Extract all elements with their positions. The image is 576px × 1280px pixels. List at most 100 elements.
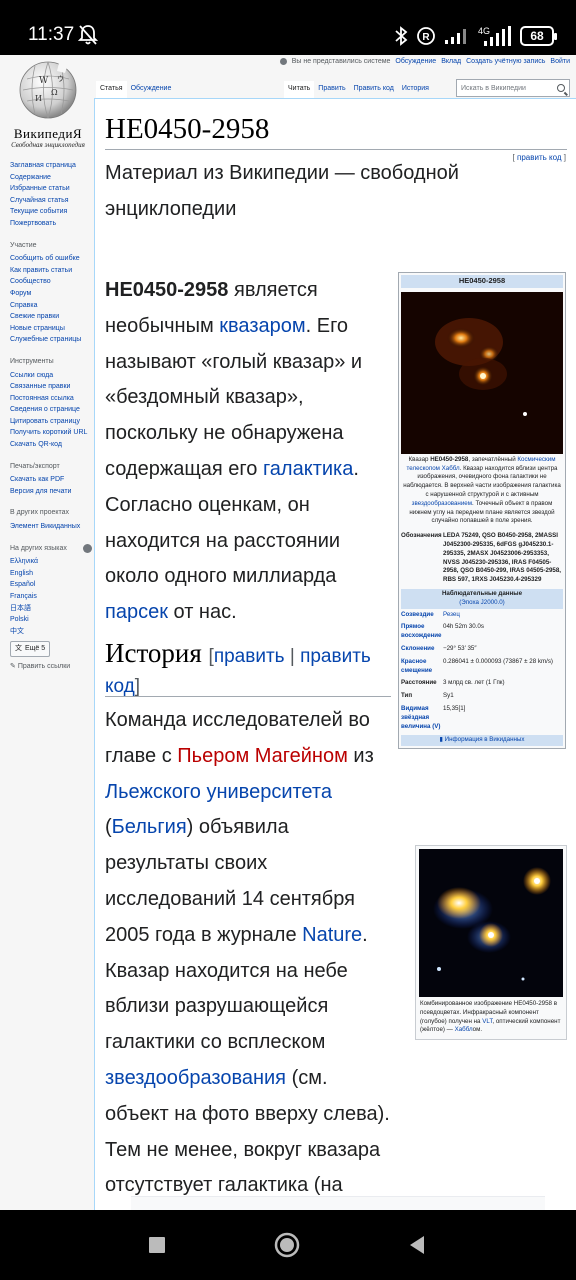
link-star-formation[interactable]: звездообразования — [105, 1067, 286, 1089]
sidebar-item-wikidata[interactable]: Элемент Викиданных — [10, 521, 92, 533]
sidebar-item-current-events[interactable]: Текущие события — [10, 206, 92, 218]
quasar-image[interactable] — [401, 291, 563, 454]
sidebar-item-contents[interactable]: Содержание — [10, 172, 92, 184]
sidebar-section-projects: В других проектах — [10, 509, 70, 517]
sidebar-item-help[interactable]: Справка — [10, 300, 92, 312]
sidebar-item-related-changes[interactable]: Связанные правки — [10, 381, 92, 393]
sidebar-item-printable[interactable]: Версия для печати — [10, 486, 92, 498]
sidebar-item-main-page[interactable]: Заглавная страница — [10, 160, 92, 172]
wikipedia-logo[interactable]: W Ω И ウ ВикипедиЯ Свободная энциклопедия — [6, 59, 90, 149]
sidebar-item-permanent-link[interactable]: Постоянная ссылка — [10, 393, 92, 405]
svg-text:ウ: ウ — [57, 75, 64, 83]
link-vlt[interactable]: VLT — [482, 1018, 492, 1025]
sidebar-item-lang-fr[interactable]: Français — [10, 591, 92, 603]
sidebar-item-page-info[interactable]: Сведения о странице — [10, 404, 92, 416]
row-label[interactable]: Видимая звёздная величина (V) — [401, 705, 443, 731]
link-quasar[interactable]: квазаром — [219, 315, 305, 337]
bluetooth-icon — [395, 26, 408, 46]
sidebar-section-tools: Инструменты — [10, 357, 54, 365]
sidebar-item-report-error[interactable]: Сообщить об ошибке — [10, 253, 92, 265]
talk-link[interactable]: Обсуждение — [395, 58, 436, 65]
tab-history[interactable]: История — [397, 81, 433, 99]
section-edit-link[interactable]: править — [214, 646, 285, 667]
sidebar-item-lang-pl[interactable]: Polski — [10, 614, 92, 626]
edit-links-label: Править ссылки — [17, 662, 71, 670]
row-label[interactable]: Прямое восхождение — [401, 623, 443, 641]
sidebar-item-lang-es[interactable]: Español — [10, 579, 92, 591]
tab-talk[interactable]: Обсуждение — [126, 81, 176, 99]
text: , запечатлённый — [468, 455, 518, 463]
row-value: Sy1 — [443, 692, 454, 700]
sidebar-item-short-url[interactable]: Получить короткий URL — [10, 427, 92, 439]
page-title: HE0450-2958 — [105, 113, 270, 145]
sidebar-item-lang-zh[interactable]: 中文 — [10, 626, 92, 638]
composite-image[interactable] — [419, 849, 563, 997]
tab-article[interactable]: Статья — [96, 81, 127, 99]
sidebar-item-new-pages[interactable]: Новые страницы — [10, 323, 92, 335]
edit-links[interactable]: ✎ Править ссылки — [10, 661, 92, 673]
tab-edit[interactable]: Править — [314, 81, 350, 99]
link-belgium[interactable]: Бельгия — [112, 816, 187, 838]
infobox-row: Созвездие Резец — [401, 609, 563, 622]
search-icon[interactable] — [557, 84, 565, 92]
tab-read[interactable]: Читать — [284, 81, 315, 99]
contributions-link[interactable]: Вклад — [441, 58, 461, 65]
sidebar-item-lang-el[interactable]: Ελληνικά — [10, 556, 92, 568]
epoch-link[interactable]: (Эпоха J2000.0) — [401, 599, 563, 608]
sidebar-item-donate[interactable]: Пожертвовать — [10, 218, 92, 230]
sidebar-item-recent-changes[interactable]: Свежие правки — [10, 311, 92, 323]
registered-icon: R — [417, 27, 435, 45]
sidebar-item-special-pages[interactable]: Служебные страницы — [10, 334, 92, 346]
link-pierre-magain[interactable]: Пьером Магейном — [177, 745, 348, 767]
sidebar-item-what-links-here[interactable]: Ссылки сюда — [10, 370, 92, 382]
infobox-row: Красное смещение 0.286041 ± 0.000093 (738… — [401, 656, 563, 678]
page-subtitle: Материал из Википедии — свободной энцикл… — [105, 162, 459, 220]
back-icon[interactable] — [404, 1232, 430, 1258]
link-star-formation-caption[interactable]: звездообразованием — [412, 500, 472, 507]
sidebar-item-forum[interactable]: Форум — [10, 288, 92, 300]
gear-icon[interactable] — [83, 543, 92, 553]
svg-text:W: W — [39, 76, 49, 86]
sidebar-item-featured[interactable]: Избранные статьи — [10, 183, 92, 195]
home-icon[interactable] — [274, 1232, 300, 1258]
wikidata-info-link[interactable]: ▮ Информация в Викиданных — [401, 735, 563, 747]
navigation-bar — [0, 1210, 576, 1280]
row-label[interactable]: Красное смещение — [401, 658, 443, 676]
text: HE0450-2958 — [430, 455, 469, 463]
search-input[interactable]: Искать в Википедии — [456, 79, 570, 97]
edit-source-link-top[interactable]: [ править код ] — [513, 153, 566, 162]
infobox-row: Тип Sy1 — [401, 690, 563, 703]
link-hubble-thumb[interactable]: Хаббл — [455, 1026, 473, 1033]
login-link[interactable]: Войти — [550, 58, 570, 65]
row-label[interactable]: Созвездие — [401, 611, 443, 620]
row-value[interactable]: Резец — [443, 611, 563, 620]
edit-source-label: править код — [517, 153, 562, 162]
sidebar-item-lang-ja[interactable]: 日本語 — [10, 603, 92, 615]
wiki-page: W Ω И ウ ВикипедиЯ Свободная энциклопедия… — [0, 55, 576, 1210]
create-account-link[interactable]: Создать учётную запись — [466, 58, 545, 65]
sidebar-item-how-to-edit[interactable]: Как править статьи — [10, 265, 92, 277]
link-liege-university[interactable]: Льежского университета — [105, 781, 332, 803]
tab-edit-source[interactable]: Править код — [349, 81, 398, 99]
row-value: 0.286041 ± 0.000093 (73867 ± 28 km/s) — [443, 657, 553, 665]
sidebar-item-qr-code[interactable]: Скачать QR-код — [10, 439, 92, 451]
link-galaxy[interactable]: галактика — [263, 458, 353, 480]
infobox-row: Склонение −29° 53′ 35″ — [401, 643, 563, 656]
row-value: 04h 52m 30.0s — [443, 623, 484, 631]
recents-icon[interactable] — [144, 1232, 170, 1258]
sidebar-item-download-pdf[interactable]: Скачать как PDF — [10, 474, 92, 486]
svg-text:И: И — [35, 94, 42, 103]
row-value: −29° 53′ 35″ — [443, 644, 477, 652]
sidebar-item-random[interactable]: Случайная статья — [10, 195, 92, 207]
sidebar-item-cite[interactable]: Цитировать страницу — [10, 416, 92, 428]
sidebar-item-lang-en[interactable]: English — [10, 568, 92, 580]
more-languages-button[interactable]: 文 Ещё 5 — [10, 641, 51, 657]
row-label: Тип — [401, 692, 413, 700]
section-divider — [105, 696, 391, 697]
sidebar-item-community[interactable]: Сообщество — [10, 276, 92, 288]
text: из — [347, 744, 374, 767]
thumbnail-caption: Комбинированное изображение HE0450-2958 … — [419, 997, 563, 1036]
link-parsec[interactable]: парсек — [105, 601, 168, 623]
row-label[interactable]: Склонение — [401, 645, 443, 654]
link-nature[interactable]: Nature — [302, 924, 362, 946]
